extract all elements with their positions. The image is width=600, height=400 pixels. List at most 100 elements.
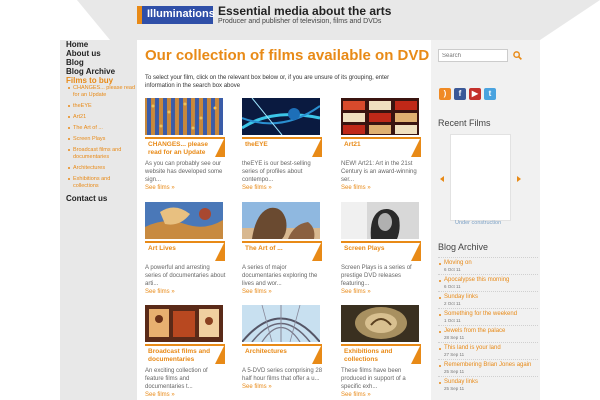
arrow-left-icon[interactable]	[440, 176, 444, 182]
card-title[interactable]: Broadcast films and documentaries	[148, 348, 214, 364]
arrow-right-icon[interactable]	[517, 176, 521, 182]
see-films-link[interactable]: See films »	[145, 184, 229, 192]
see-films-link[interactable]: See films »	[242, 383, 326, 391]
archive-link[interactable]: This land is your land	[444, 345, 538, 352]
film-thumbnail[interactable]	[242, 98, 320, 135]
film-thumbnail[interactable]	[145, 305, 223, 342]
rss-icon[interactable]: )	[439, 88, 451, 100]
archive-date: 25 Sep 11	[444, 369, 465, 374]
submenu-item-art21[interactable]: Art21	[66, 114, 136, 121]
facebook-icon[interactable]: f	[454, 88, 466, 100]
bullet-icon	[68, 138, 70, 140]
archive-item[interactable]: This land is your land 27 Sep 11	[438, 342, 538, 359]
see-films-link[interactable]: See films »	[145, 391, 229, 399]
archive-link[interactable]: Apocalypse this morning	[444, 277, 538, 284]
film-card-art-lives[interactable]: Art Lives A powerful and arresting serie…	[145, 202, 229, 296]
search-icon[interactable]	[513, 51, 522, 60]
archive-link[interactable]: Sunday links	[444, 379, 538, 386]
film-card-architectures[interactable]: Architectures A 5-DVD series comprising …	[242, 305, 326, 391]
see-films-link[interactable]: See films »	[341, 288, 425, 296]
card-description: theEYE is our best-selling series of pro…	[242, 161, 311, 183]
card-title[interactable]: Art21	[344, 141, 410, 149]
see-films-link[interactable]: See films »	[242, 184, 326, 192]
submenu-item-exhibitions[interactable]: Exhibitions and collections	[66, 176, 136, 190]
left-margin	[0, 40, 60, 400]
archive-date: 1 Oct 11	[444, 318, 461, 323]
film-thumbnail[interactable]	[341, 98, 419, 135]
archive-link[interactable]: Jewels from the palace	[444, 328, 538, 335]
nav-blog[interactable]: Blog	[66, 58, 136, 67]
nav-blog-archive[interactable]: Blog Archive	[66, 67, 136, 76]
film-card-broadcast[interactable]: Broadcast films and documentaries An exc…	[145, 305, 229, 399]
card-title[interactable]: Art Lives	[148, 245, 214, 253]
bullet-icon	[439, 297, 441, 299]
card-title[interactable]: Exhibitions and collections	[344, 348, 410, 364]
archive-item[interactable]: Sunday links 2 Oct 11	[438, 291, 538, 308]
twitter-icon[interactable]: t	[484, 88, 496, 100]
archive-item[interactable]: Apocalypse this morning 6 Oct 11	[438, 274, 538, 291]
submenu-item-broadcast[interactable]: Broadcast films and documentaries	[66, 147, 136, 161]
youtube-icon[interactable]: ▶	[469, 88, 481, 100]
bullet-icon	[439, 314, 441, 316]
under-construction-link[interactable]: Under construction	[455, 220, 501, 226]
see-films-link[interactable]: See films »	[341, 391, 425, 399]
submenu-item-screen-plays[interactable]: Screen Plays	[66, 136, 136, 143]
site-logo[interactable]: Illuminations	[137, 6, 215, 24]
film-thumbnail[interactable]	[242, 202, 320, 239]
submenu-item-the-art-of[interactable]: The Art of ...	[66, 125, 136, 132]
archive-item[interactable]: Something for the weekend 1 Oct 11	[438, 308, 538, 325]
submenu-item-architectures[interactable]: Architectures	[66, 165, 136, 172]
intro-text: To select your film, click on the releva…	[145, 75, 390, 89]
archive-link[interactable]: Sunday links	[444, 294, 538, 301]
card-title-band: The Art of ...	[242, 241, 322, 261]
bullet-icon	[68, 127, 70, 129]
film-card-screen-plays[interactable]: Screen Plays Screen Plays is a series of…	[341, 202, 425, 296]
film-thumbnail[interactable]	[242, 305, 320, 342]
see-films-link[interactable]: See films »	[341, 184, 425, 192]
archive-item[interactable]: Moving on 6 Oct 11	[438, 257, 538, 274]
card-title-band: theEYE	[242, 137, 322, 157]
card-description: A powerful and arresting series of docum…	[145, 265, 226, 287]
card-title-band: Art21	[341, 137, 421, 157]
bullet-icon	[68, 116, 70, 118]
archive-item[interactable]: Jewels from the palace 28 Sep 11	[438, 325, 538, 342]
bullet-icon	[439, 382, 441, 384]
card-title[interactable]: CHANGES... please read for an Update	[148, 141, 214, 157]
film-card-theeye[interactable]: theEYE theEYE is our best-selling series…	[242, 98, 326, 192]
site-subtitle: Producer and publisher of television, fi…	[218, 18, 382, 25]
film-thumbnail[interactable]	[145, 202, 223, 239]
archive-date: 28 Sep 11	[444, 335, 465, 340]
see-films-link[interactable]: See films »	[242, 288, 326, 296]
film-thumbnail[interactable]	[341, 305, 419, 342]
nav-about-us[interactable]: About us	[66, 49, 136, 58]
card-title[interactable]: Architectures	[245, 348, 311, 356]
recent-films-heading: Recent Films	[438, 118, 491, 128]
nav-home[interactable]: Home	[66, 40, 136, 49]
submenu-item-changes[interactable]: CHANGES... please read for an Update	[66, 85, 136, 99]
nav-contact-us[interactable]: Contact us	[66, 194, 136, 203]
archive-link[interactable]: Something for the weekend	[444, 311, 538, 318]
archive-item[interactable]: Sunday links 25 Sep 11	[438, 376, 538, 393]
film-card-art21[interactable]: Art21 NEW! Art21: Art in the 21st Centur…	[341, 98, 425, 192]
film-card-the-art-of[interactable]: The Art of ... A series of major documen…	[242, 202, 326, 296]
film-card-changes[interactable]: CHANGES... please read for an Update As …	[145, 98, 229, 192]
archive-link[interactable]: Remembering Brian Jones again	[444, 362, 538, 369]
recent-films-slider[interactable]	[450, 134, 511, 221]
archive-link[interactable]: Moving on	[444, 260, 538, 267]
film-thumbnail[interactable]	[145, 98, 223, 135]
film-thumbnail[interactable]	[341, 202, 419, 239]
bullet-icon	[68, 105, 70, 107]
card-title[interactable]: The Art of ...	[245, 245, 311, 253]
bullet-icon	[68, 167, 70, 169]
bullet-icon	[439, 365, 441, 367]
submenu-item-theeye[interactable]: theEYE	[66, 103, 136, 110]
film-card-exhibitions[interactable]: Exhibitions and collections These films …	[341, 305, 425, 399]
see-films-link[interactable]: See films »	[145, 288, 229, 296]
card-title-band: Screen Plays	[341, 241, 421, 261]
nav-films-to-buy[interactable]: Films to buy	[66, 76, 136, 85]
card-title[interactable]: Screen Plays	[344, 245, 410, 253]
search-input[interactable]	[438, 49, 508, 62]
card-title[interactable]: theEYE	[245, 141, 311, 149]
bullet-icon	[68, 178, 70, 180]
archive-item[interactable]: Remembering Brian Jones again 25 Sep 11	[438, 359, 538, 376]
